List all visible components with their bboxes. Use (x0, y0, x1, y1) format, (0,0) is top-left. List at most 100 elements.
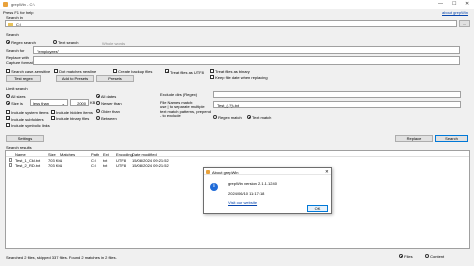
about-title-bar: About grepWin ✕ (204, 168, 331, 175)
between-radio[interactable]: Between (96, 116, 117, 121)
all-sizes-radio[interactable]: All sizes (6, 94, 26, 99)
all-dates-label: All dates (100, 94, 117, 99)
app-icon (3, 2, 8, 7)
text-search-radio[interactable]: Text search (53, 40, 79, 45)
treat-utf8-label: Treat files as UTF8 (170, 70, 204, 75)
settings-button[interactable]: Settings (6, 135, 44, 142)
search-for-value: "employees" (37, 48, 60, 54)
test-regex-button[interactable]: Test regex (6, 75, 41, 82)
system-items-checkbox[interactable]: Include system items (6, 110, 48, 115)
replace-button[interactable]: Replace (395, 135, 433, 142)
keep-date-label: Keep file date when replacing (215, 75, 268, 80)
treat-binary-label: Treat files as binary (215, 69, 250, 74)
content-radio[interactable]: Content (425, 254, 444, 259)
folder-icon (8, 22, 13, 26)
regex-search-label: Regex search (11, 40, 36, 45)
size-unit: KB (90, 100, 96, 105)
row-ext: txt (103, 162, 108, 168)
content-label: Content (430, 254, 445, 259)
files-label: Files (404, 254, 413, 259)
older-than-radio[interactable]: Older than (96, 109, 120, 114)
treat-utf8-checkbox[interactable]: Treat files as UTF8 (165, 69, 204, 75)
files-radio[interactable]: Files (399, 254, 413, 259)
maximize-button[interactable]: ☐ (452, 2, 456, 7)
newer-than-radio[interactable]: Newer than (96, 101, 122, 106)
file-names-input[interactable]: Test_(.?)\.txt (213, 101, 461, 108)
exclude-dirs-input[interactable] (213, 91, 461, 98)
about-link[interactable]: about grepWin (442, 10, 468, 15)
case-sensitive-label: Search case-sensitive (11, 69, 51, 74)
subfolders-checkbox[interactable]: Include subfolders (6, 116, 44, 122)
system-items-label: Include system items (11, 110, 49, 115)
row-size: 703 Kb (48, 162, 61, 168)
chevron-down-icon: ⌄ (61, 100, 65, 106)
ok-button[interactable]: OK (307, 205, 328, 212)
replace-input[interactable] (33, 56, 460, 65)
about-date: 2024/06/10 11:17:18 (228, 191, 265, 196)
app-icon (206, 169, 210, 174)
size-value-input[interactable]: 2000 (70, 99, 89, 106)
row-date: 15/08/2024 09:21:52 (132, 162, 169, 168)
about-title: About grepWin (212, 169, 239, 175)
close-button[interactable]: ✕ (465, 2, 469, 7)
hidden-items-checkbox[interactable]: Include hidden items (51, 110, 93, 115)
search-path-input[interactable]: C:\ (5, 20, 457, 27)
case-sensitive-checkbox[interactable]: Search case-sensitive (6, 69, 50, 74)
regex-match-label: Regex match (218, 115, 242, 120)
older-than-label: Older than (101, 109, 120, 114)
search-for-label: Search for (6, 48, 25, 53)
add-to-presets-button[interactable]: Add to Presets (56, 75, 94, 82)
about-close-button[interactable]: ✕ (325, 169, 329, 175)
all-dates-radio[interactable]: All dates (96, 94, 116, 99)
dot-newline-checkbox[interactable]: Dot matches newline (54, 69, 96, 74)
window-title: grepWin - C:\ (11, 2, 35, 7)
subfolders-label: Include subfolders (11, 117, 44, 122)
replace-label: Replace with Capture format (6, 55, 33, 65)
search-path-value: C:\ (16, 22, 22, 27)
text-file-icon (9, 163, 12, 167)
keep-date-checkbox[interactable]: Keep file date when replacing (210, 75, 268, 80)
regex-search-radio[interactable]: Regex search (6, 40, 36, 45)
size-operator-value: less than (33, 101, 50, 106)
treat-binary-checkbox[interactable]: Treat files as binary (210, 69, 250, 74)
symlinks-checkbox[interactable]: Include symbolic links (6, 123, 50, 128)
text-match-label: Text match (252, 115, 272, 120)
symlinks-label: Include symbolic links (11, 123, 50, 128)
size-operator-select[interactable]: less than ⌄ (30, 99, 68, 106)
row-path: C:\ (91, 162, 97, 168)
presets-button[interactable]: Presets (96, 75, 134, 82)
search-section-label: Search (6, 32, 19, 37)
text-file-icon (9, 158, 12, 162)
create-backup-label: Create backup files (118, 69, 153, 74)
about-version: grepWin version 2.1.1.1240 (228, 181, 277, 186)
exclude-dirs-label: Exclude dirs (Regex) (160, 92, 198, 97)
text-search-label: Text search (58, 40, 79, 45)
title-bar: grepWin - C:\ — ☐ ✕ (0, 0, 474, 9)
size-is-label: Size is (11, 101, 23, 106)
search-for-input[interactable]: "employees" (33, 46, 460, 54)
visit-website-link[interactable]: Visit our website (228, 200, 257, 205)
binary-files-label: Include binary files (56, 116, 90, 121)
browse-button[interactable]: ... (459, 20, 470, 27)
search-button[interactable]: Search (435, 135, 468, 142)
status-text: Searched 2 files, skipped 337 files. Fou… (6, 255, 117, 260)
size-value: 2000 (77, 101, 86, 106)
size-is-radio[interactable]: Size is (6, 101, 23, 106)
hidden-items-label: Include hidden items (56, 110, 93, 115)
binary-files-checkbox[interactable]: Include binary files (51, 116, 89, 121)
row-matches: 1 (60, 162, 63, 168)
row-name: Test_2_RD.txt (15, 162, 41, 168)
between-label: Between (101, 116, 117, 121)
create-backup-checkbox[interactable]: Create backup files (113, 69, 152, 74)
about-dialog: About grepWin ✕ i grepWin version 2.1.1.… (203, 167, 332, 214)
all-sizes-label: All sizes (10, 94, 26, 99)
dot-newline-label: Dot matches newline (59, 69, 97, 74)
newer-than-label: Newer than (101, 101, 122, 106)
row-encoding: UTF8 (116, 162, 126, 168)
text-match-radio[interactable]: Text match (247, 115, 271, 120)
regex-match-radio[interactable]: Regex match (213, 115, 242, 120)
file-names-label: File Names match: use | to separate mult… (160, 100, 211, 118)
minimize-button[interactable]: — (438, 2, 443, 7)
file-names-value: Test_(.?)\.txt (217, 103, 240, 108)
limit-section-label: Limit search (6, 86, 28, 91)
